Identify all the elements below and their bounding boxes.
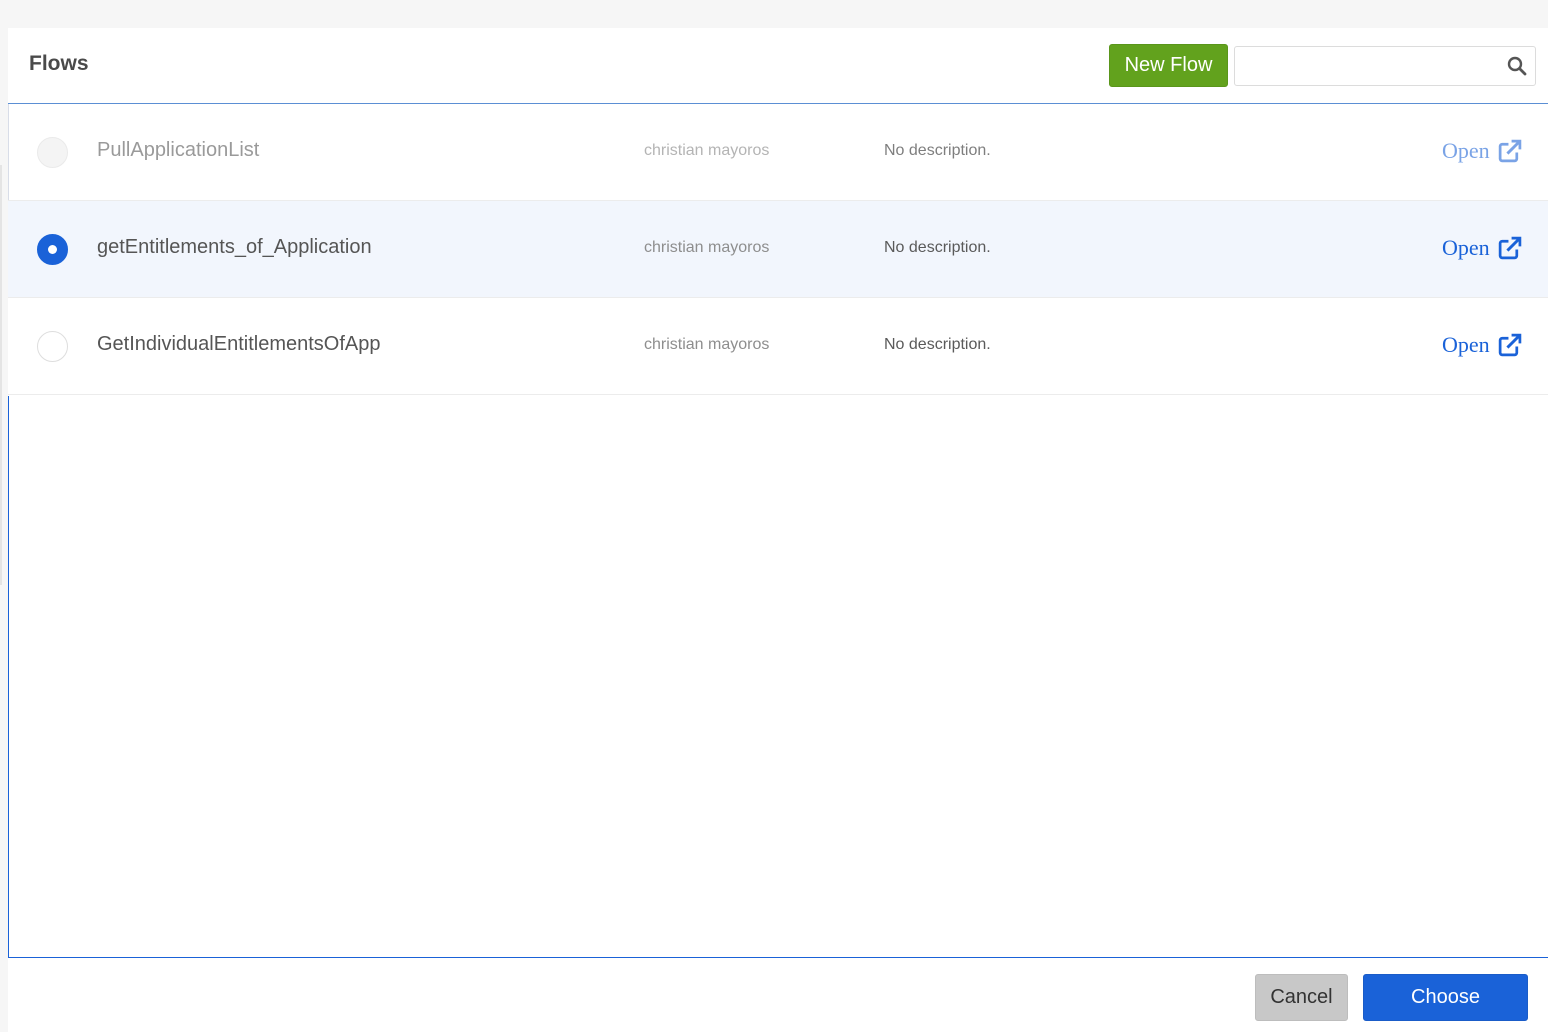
dialog-header: Flows New Flow <box>8 28 1548 103</box>
cancel-button[interactable]: Cancel <box>1255 974 1348 1021</box>
dialog-title: Flows <box>29 52 89 75</box>
flow-radio[interactable] <box>37 331 68 362</box>
list-edge <box>8 396 9 958</box>
open-flow-link[interactable]: Open <box>1442 332 1522 358</box>
flow-owner: christian mayoros <box>644 239 770 256</box>
search-icon[interactable] <box>1507 56 1527 76</box>
external-link-icon <box>1498 236 1521 259</box>
external-link-icon <box>1498 333 1521 356</box>
flows-list: PullApplicationList christian mayoros No… <box>8 103 1548 958</box>
choose-button[interactable]: Choose <box>1363 974 1528 1021</box>
flow-row[interactable]: getEntitlements_of_Application christian… <box>8 201 1548 298</box>
open-label: Open <box>1442 138 1490 163</box>
open-flow-link[interactable]: Open <box>1442 138 1522 164</box>
flows-dialog: Flows New Flow PullApplicationList chris… <box>8 28 1548 1032</box>
open-label: Open <box>1442 332 1490 357</box>
search-input[interactable] <box>1235 47 1495 85</box>
flow-owner: christian mayoros <box>644 336 770 353</box>
flow-radio[interactable] <box>37 234 68 265</box>
flow-description: No description. <box>884 142 991 159</box>
search-box <box>1234 46 1536 86</box>
dialog-footer: Cancel Choose <box>8 958 1548 1032</box>
flow-name: PullApplicationList <box>97 139 260 161</box>
open-label: Open <box>1442 235 1490 260</box>
external-link-icon <box>1498 139 1521 162</box>
flow-description: No description. <box>884 336 991 353</box>
flow-name: getEntitlements_of_Application <box>97 236 372 258</box>
flow-row[interactable]: PullApplicationList christian mayoros No… <box>8 104 1548 201</box>
background-page-edge <box>0 165 2 585</box>
flow-owner: christian mayoros <box>644 142 770 159</box>
new-flow-button[interactable]: New Flow <box>1109 44 1228 87</box>
flow-name: GetIndividualEntitlementsOfApp <box>97 333 381 355</box>
open-flow-link[interactable]: Open <box>1442 235 1522 261</box>
flow-description: No description. <box>884 239 991 256</box>
flow-radio[interactable] <box>37 137 68 168</box>
flow-row[interactable]: GetIndividualEntitlementsOfApp christian… <box>8 298 1548 395</box>
